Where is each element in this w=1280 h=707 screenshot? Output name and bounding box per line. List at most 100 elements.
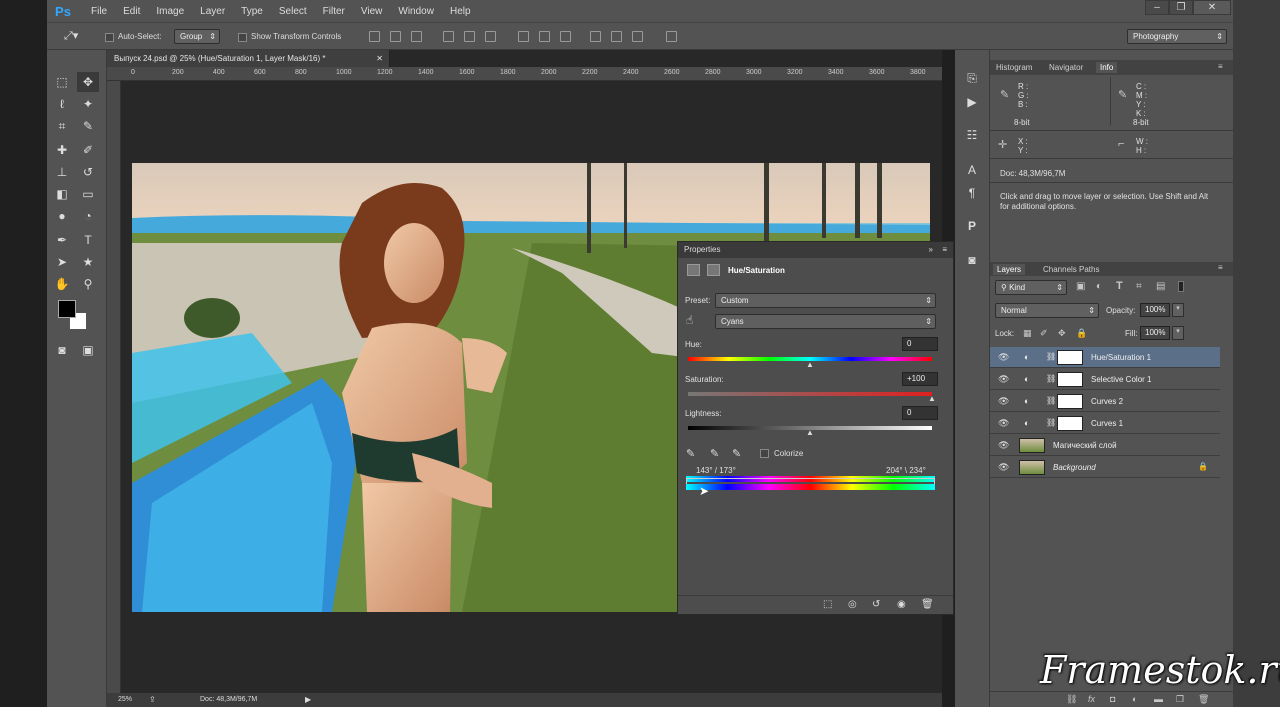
menu-file[interactable]: File — [91, 6, 107, 17]
lock-position-icon[interactable]: ✥ — [1058, 328, 1066, 339]
align-bottom-icon[interactable] — [411, 31, 422, 42]
opacity-arrow-icon[interactable]: ▾ — [1172, 303, 1184, 317]
eyedropper-tool-icon[interactable]: ✎ — [77, 116, 99, 136]
tab-paths[interactable]: Paths — [1079, 265, 1099, 274]
eyedropper-icon[interactable]: ✎ — [686, 447, 695, 460]
layer-row-magic[interactable]: 👁 Магический слой — [990, 435, 1220, 456]
lock-all-icon[interactable]: 🔒 — [1076, 328, 1087, 339]
new-adjustment-icon[interactable]: ◐ — [1132, 694, 1137, 704]
delete-layer-icon[interactable]: 🗑 — [1198, 694, 1209, 705]
path-selection-icon[interactable]: ➤ — [51, 252, 73, 272]
paragraph-panel-icon[interactable]: ¶ — [961, 183, 983, 203]
hue-slider-thumb[interactable]: ▲ — [806, 360, 814, 369]
cmyk-eyedropper-icon[interactable]: ✎ — [1118, 88, 1127, 101]
visibility-eye-icon[interactable]: 👁 — [998, 418, 1009, 428]
type-tool-icon[interactable]: T — [77, 230, 99, 250]
menu-view[interactable]: View — [361, 6, 383, 17]
reset-icon[interactable]: ↺ — [872, 599, 880, 610]
mask-link-icon[interactable]: ⛓ — [1046, 374, 1056, 383]
layer-mask-thumbnail[interactable] — [1057, 372, 1083, 387]
foreground-color-swatch[interactable] — [58, 300, 76, 318]
crop-tool-icon[interactable]: ⌗ — [51, 116, 73, 136]
plugin-panel-icon[interactable]: P — [961, 216, 983, 236]
visibility-eye-icon[interactable]: 👁 — [998, 352, 1009, 362]
filter-pixel-icon[interactable]: ▣ — [1076, 281, 1085, 292]
layer-thumbnail[interactable] — [1019, 438, 1045, 453]
add-mask-icon[interactable]: ◘ — [1110, 694, 1115, 704]
blend-mode-dropdown[interactable]: Normal — [995, 303, 1099, 318]
panel-menu-icon[interactable]: ≡ — [942, 242, 947, 258]
mask-link-icon[interactable]: ⛓ — [1046, 396, 1056, 405]
view-previous-icon[interactable]: ◎ — [848, 599, 857, 610]
mask-icon[interactable] — [707, 264, 720, 276]
close-button[interactable]: ✕ — [1193, 0, 1231, 15]
layer-row-hue-saturation[interactable]: 👁 ◐ ⛓ Hue/Saturation 1 — [990, 347, 1220, 368]
lightness-slider-thumb[interactable]: ▲ — [806, 428, 814, 437]
filter-adjustment-icon[interactable]: ◐ — [1096, 281, 1102, 292]
align-vcenter-icon[interactable] — [390, 31, 401, 42]
mask-link-icon[interactable]: ⛓ — [1046, 418, 1056, 427]
eraser-tool-icon[interactable]: ◧ — [51, 184, 73, 204]
opacity-input[interactable]: 100% — [1140, 303, 1170, 317]
menu-select[interactable]: Select — [279, 6, 307, 17]
hue-value-input[interactable]: 0 — [902, 337, 938, 351]
lock-transparent-icon[interactable]: ▦ — [1023, 328, 1032, 339]
targeted-adjustment-hand-icon[interactable]: ☝ — [686, 313, 693, 327]
new-layer-icon[interactable]: ❐ — [1176, 694, 1184, 705]
rgb-eyedropper-icon[interactable]: ✎ — [1000, 88, 1009, 101]
brush-tool-icon[interactable]: ✐ — [77, 140, 99, 160]
tab-histogram[interactable]: Histogram — [996, 63, 1032, 72]
menu-type[interactable]: Type — [241, 6, 263, 17]
visibility-eye-icon[interactable]: 👁 — [998, 396, 1009, 406]
menu-filter[interactable]: Filter — [323, 6, 345, 17]
actions-panel-icon[interactable]: ▶ — [961, 92, 983, 112]
distribute-bottom-icon[interactable] — [560, 31, 571, 42]
history-brush-icon[interactable]: ↺ — [77, 162, 99, 182]
fill-arrow-icon[interactable]: ▾ — [1172, 326, 1184, 340]
restore-button[interactable]: ❐ — [1169, 0, 1193, 15]
info-panel-icon[interactable]: ◙ — [961, 250, 983, 270]
layer-mask-thumbnail[interactable] — [1057, 416, 1083, 431]
filter-kind-dropdown[interactable]: ⚲ Kind — [995, 280, 1067, 295]
align-top-icon[interactable] — [369, 31, 380, 42]
align-hcenter-icon[interactable] — [464, 31, 475, 42]
clip-to-layer-icon[interactable]: ⬚ — [823, 599, 832, 610]
lightness-value-input[interactable]: 0 — [902, 406, 938, 420]
shape-tool-icon[interactable]: ★ — [77, 252, 99, 272]
filter-toggle[interactable] — [1178, 281, 1184, 292]
channel-dropdown[interactable]: Cyans — [715, 314, 936, 329]
dodge-tool-icon[interactable]: ◔ — [77, 206, 99, 226]
info-panel-menu-icon[interactable]: ≡ — [1218, 62, 1223, 71]
visibility-eye-icon[interactable]: 👁 — [998, 462, 1009, 472]
document-tab[interactable]: Выпуск 24.psd @ 25% (Hue/Saturation 1, L… — [107, 50, 390, 67]
quick-mask-icon[interactable]: ◙ — [51, 340, 73, 360]
saturation-slider-thumb[interactable]: ▲ — [928, 394, 936, 403]
fill-input[interactable]: 100% — [1140, 326, 1170, 340]
marquee-tool-icon[interactable]: ⬚ — [51, 72, 73, 92]
layer-row-curves-2[interactable]: 👁 ◐ ⛓ Curves 2 — [990, 391, 1220, 412]
visibility-icon[interactable]: ◉ — [897, 599, 906, 610]
tab-layers[interactable]: Layers — [993, 264, 1026, 275]
visibility-eye-icon[interactable]: 👁 — [998, 440, 1009, 450]
colorize-checkbox[interactable] — [760, 449, 769, 458]
adjustments-panel-icon[interactable]: ☷ — [961, 125, 983, 145]
link-layers-icon[interactable]: ⛓ — [1066, 694, 1077, 705]
blur-tool-icon[interactable]: ● — [51, 206, 73, 226]
distribute-top-icon[interactable] — [518, 31, 529, 42]
auto-select-dropdown[interactable]: Group — [174, 29, 220, 44]
zoom-tool-icon[interactable]: ⚲ — [77, 274, 99, 294]
distribute-left-icon[interactable] — [590, 31, 601, 42]
show-transform-checkbox[interactable] — [238, 33, 247, 42]
clone-stamp-icon[interactable]: ⊥ — [51, 162, 73, 182]
auto-select-checkbox[interactable] — [105, 33, 114, 42]
filter-shape-icon[interactable]: ⌗ — [1136, 281, 1142, 292]
menu-layer[interactable]: Layer — [200, 6, 225, 17]
screen-mode-icon[interactable]: ▣ — [77, 340, 99, 360]
subtract-from-sample-icon[interactable]: ✎ — [732, 447, 741, 460]
layer-style-icon[interactable]: fx — [1088, 694, 1095, 704]
status-menu-arrow-icon[interactable]: ▶ — [305, 695, 311, 704]
healing-brush-icon[interactable]: ✚ — [51, 140, 73, 160]
trash-icon[interactable]: 🗑 — [921, 599, 934, 610]
align-right-icon[interactable] — [485, 31, 496, 42]
tab-navigator[interactable]: Navigator — [1049, 63, 1083, 72]
